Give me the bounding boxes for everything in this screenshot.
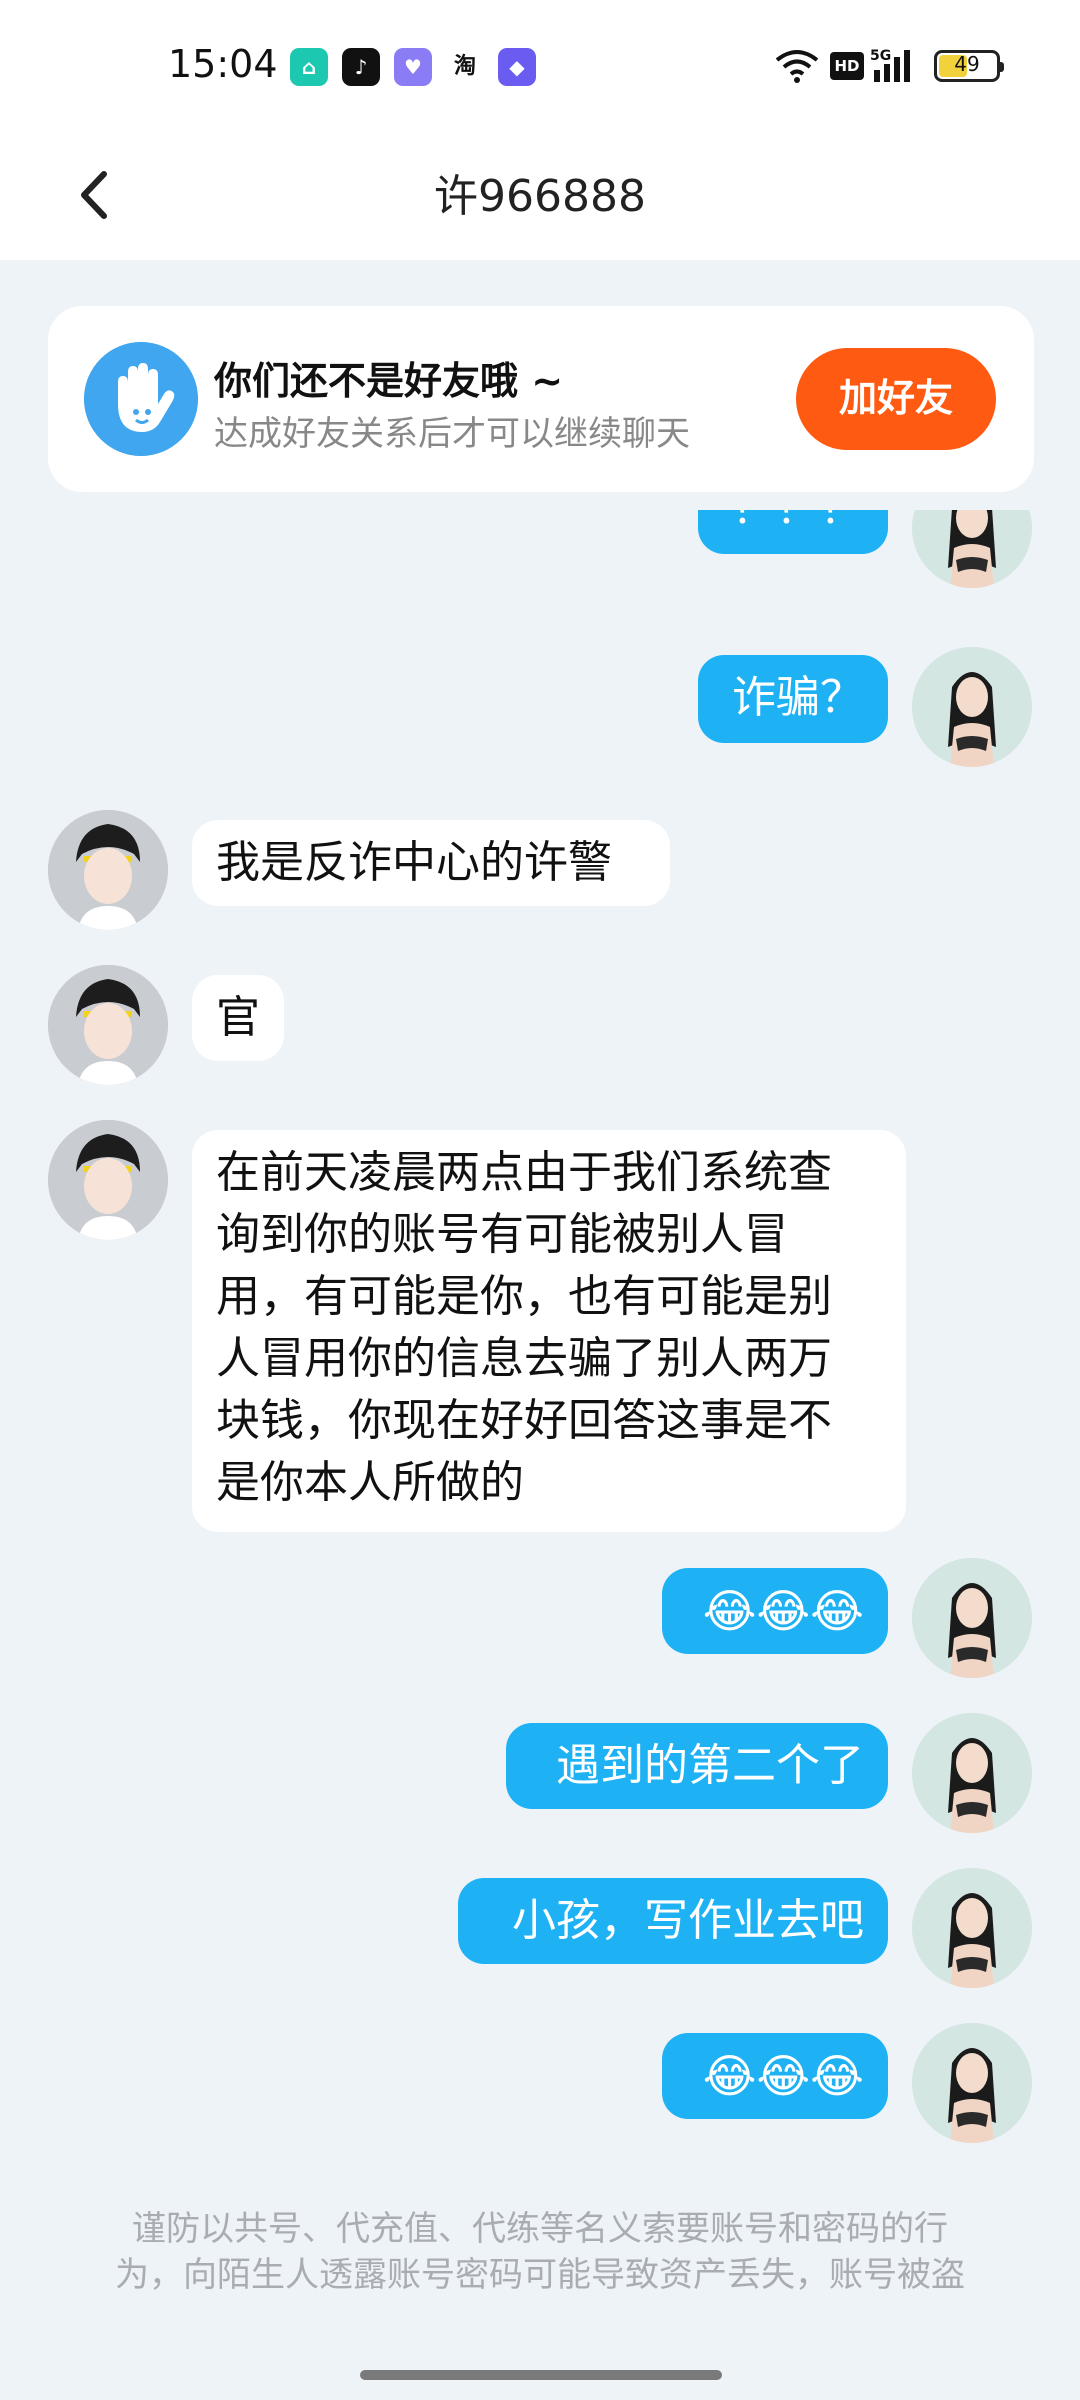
contact-avatar[interactable] — [48, 965, 168, 1085]
message-bubble[interactable]: 遇到的第二个了 — [506, 1723, 888, 1809]
add-friend-button[interactable]: 加好友 — [796, 348, 996, 450]
home-app-icon: ⌂ — [290, 48, 328, 86]
not-friends-banner: 你们还不是好友哦 ~ 达成好友关系后才可以继续聊天 加好友 — [48, 306, 1034, 492]
chat-header: 许966888 — [0, 130, 1080, 260]
taobao-icon: 淘 — [446, 48, 484, 86]
svg-text:5G: 5G — [870, 48, 891, 64]
contact-avatar[interactable] — [48, 810, 168, 930]
laughing-emoji-icon: 😂😂😂 — [702, 2049, 864, 2103]
message-bubble[interactable]: 😂😂😂 — [662, 1568, 888, 1654]
girl-avatar-icon — [912, 510, 1032, 588]
warning-line: 为，向陌生人透露账号密码可能导致资产丢失，账号被盗 — [115, 2255, 965, 2295]
contact-avatar[interactable] — [48, 1120, 168, 1240]
message-bubble[interactable]: ？？？ — [698, 510, 888, 554]
heart-app-icon: ♥ — [394, 48, 432, 86]
boy-avatar-icon — [48, 965, 168, 1085]
message-bubble[interactable]: 小孩，写作业去吧 — [458, 1878, 888, 1964]
my-avatar[interactable] — [912, 1868, 1032, 1988]
message-line: 是你本人所做的 — [216, 1457, 524, 1508]
status-bar: 15:04 ⌂ ♪ ♥ 淘 ◆ HD 5G 49 — [0, 0, 1080, 130]
boy-avatar-icon — [48, 810, 168, 930]
boy-avatar-icon — [48, 1120, 168, 1240]
home-indicator[interactable] — [360, 2370, 722, 2380]
my-avatar[interactable] — [912, 1558, 1032, 1678]
wifi-icon — [775, 50, 819, 83]
message-line: 人冒用你的信息去骗了别人两万 — [216, 1333, 832, 1384]
my-avatar[interactable] — [912, 510, 1032, 588]
message-bubble[interactable]: 官 — [192, 975, 284, 1061]
message-line: 在前天凌晨两点由于我们系统查 — [216, 1147, 832, 1198]
battery-percentage: 49 — [954, 52, 980, 76]
message-bubble[interactable]: 诈骗？ — [698, 655, 888, 743]
message-bubble[interactable]: 在前天凌晨两点由于我们系统查 询到你的账号有可能被别人冒 用，有可能是你，也有可… — [192, 1130, 906, 1532]
chat-title: 许966888 — [434, 171, 646, 222]
waving-hand-icon — [84, 342, 198, 456]
banner-title: 你们还不是好友哦 ~ — [214, 359, 564, 403]
message-list[interactable]: ？？？ 诈骗？ — [0, 510, 1080, 2150]
girl-avatar-icon — [912, 1868, 1032, 1988]
banner-subtitle: 达成好友关系后才可以继续聊天 — [214, 414, 690, 454]
message-bubble[interactable]: 😂😂😂 — [662, 2033, 888, 2119]
warning-line: 谨防以共号、代充值、代练等名义索要账号和密码的行 — [132, 2209, 948, 2249]
girl-avatar-icon — [912, 1558, 1032, 1678]
message-line: 询到你的账号有可能被别人冒 — [216, 1209, 788, 1260]
security-warning: 谨防以共号、代充值、代练等名义索要账号和密码的行 为，向陌生人透露账号密码可能导… — [80, 2206, 1000, 2298]
my-avatar[interactable] — [912, 647, 1032, 767]
status-time: 15:04 — [168, 42, 278, 86]
message-line: 用，有可能是你，也有可能是别 — [216, 1271, 832, 1322]
my-avatar[interactable] — [912, 1713, 1032, 1833]
my-avatar[interactable] — [912, 2023, 1032, 2143]
signal-5g-icon: 5G — [870, 48, 910, 82]
message-line: 块钱，你现在好好回答这事是不 — [216, 1395, 832, 1446]
battery-icon: 49 — [934, 50, 1004, 82]
tiktok-icon: ♪ — [342, 48, 380, 86]
hd-icon: HD — [830, 52, 864, 80]
laughing-emoji-icon: 😂😂😂 — [702, 1584, 864, 1638]
shortcut-app-icon: ◆ — [498, 48, 536, 86]
battery-nub — [999, 62, 1004, 72]
message-bubble[interactable]: 我是反诈中心的许警 — [192, 820, 670, 906]
girl-avatar-icon — [912, 1713, 1032, 1833]
girl-avatar-icon — [912, 2023, 1032, 2143]
girl-avatar-icon — [912, 647, 1032, 767]
